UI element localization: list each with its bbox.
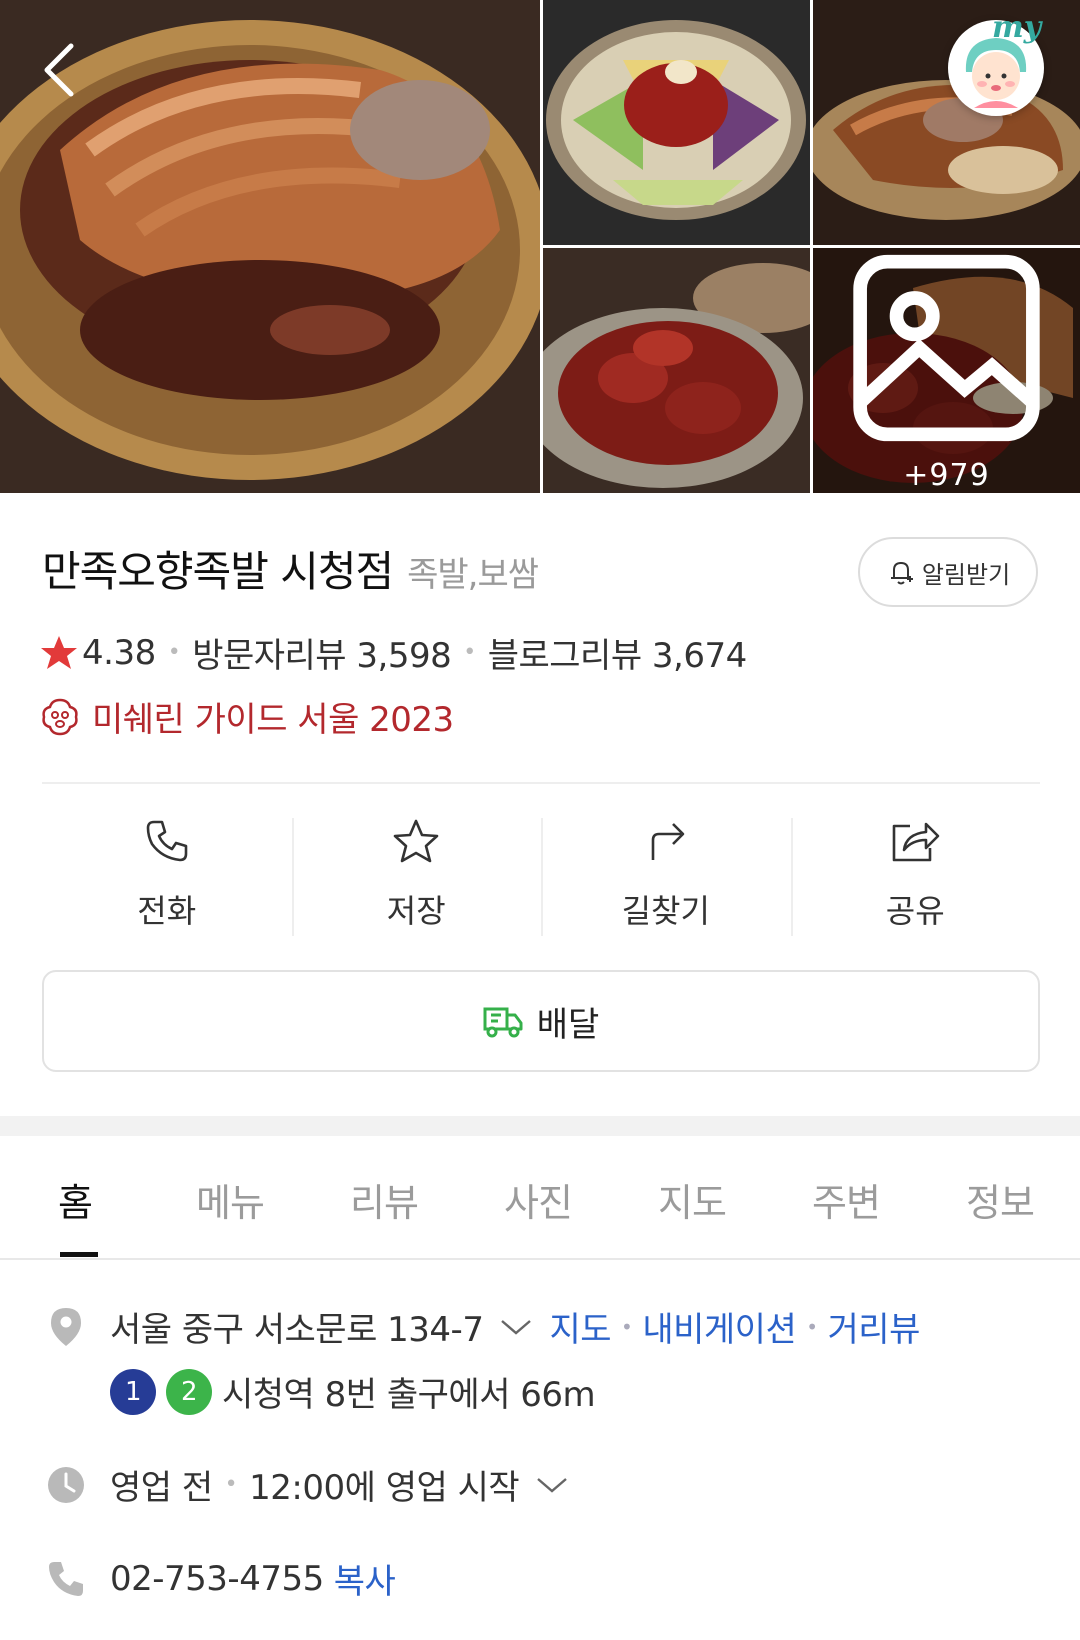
place-name: 만족오향족발 시청점 <box>42 547 394 596</box>
map-link[interactable]: 지도 <box>549 1302 611 1351</box>
michelin-guide-label: 미쉐린 가이드 서울 2023 <box>92 700 454 740</box>
delivery-truck-icon <box>483 1007 523 1038</box>
visitor-reviews-link[interactable]: 방문자리뷰 3,598 <box>192 628 452 677</box>
subway-line-2-badge: 2 <box>166 1368 212 1415</box>
photo-spicy-jokbal[interactable] <box>543 248 810 493</box>
my-label: my <box>992 10 1042 45</box>
michelin-icon <box>42 698 78 735</box>
hours-detail: 12:00에 영업 시작 <box>249 1468 520 1508</box>
streetview-link[interactable]: 거리뷰 <box>828 1302 921 1351</box>
active-tab-indicator <box>60 1252 98 1257</box>
phone-icon <box>46 1560 86 1598</box>
tab-bar: 홈 메뉴 리뷰 사진 지도 주변 정보 <box>0 1136 1080 1260</box>
phone-icon <box>146 820 188 862</box>
chevron-down-icon[interactable] <box>535 1475 569 1495</box>
hours-row[interactable]: 영업 전 • 12:00에 영업 시작 <box>46 1460 569 1509</box>
more-photos-overlay[interactable]: +979 <box>813 248 1080 493</box>
star-icon <box>393 819 439 863</box>
dot-separator: • <box>806 1314 818 1339</box>
directions-icon <box>651 823 685 860</box>
bell-plus-icon <box>890 561 913 585</box>
dot-separator: • <box>621 1314 633 1339</box>
section-gap <box>0 1116 1080 1136</box>
action-bar: 전화 저장 길찾기 공유 <box>42 818 1040 936</box>
chevron-down-icon[interactable] <box>499 1317 533 1337</box>
tab-info[interactable]: 정보 <box>966 1172 1035 1227</box>
navigation-link[interactable]: 내비게이션 <box>642 1302 796 1351</box>
title-row: 만족오향족발 시청점 족발,보쌈 <box>42 538 539 599</box>
call-label: 전화 <box>137 892 197 930</box>
dot-separator: • <box>224 1472 238 1497</box>
save-button[interactable]: 저장 <box>291 818 542 936</box>
delivery-label: 배달 <box>536 1004 600 1045</box>
more-photos-count: +979 <box>903 458 990 493</box>
dot-separator: • <box>167 640 181 665</box>
tab-menu[interactable]: 메뉴 <box>196 1172 265 1227</box>
photo-more[interactable]: +979 <box>813 248 1080 493</box>
share-label: 공유 <box>885 892 945 930</box>
subway-line-1-badge: 1 <box>110 1368 156 1415</box>
tab-photos[interactable]: 사진 <box>504 1172 573 1227</box>
directions-button[interactable]: 길찾기 <box>541 818 791 936</box>
rating-value: 4.38 <box>82 632 156 673</box>
save-label: 저장 <box>386 892 446 930</box>
photo-salad[interactable] <box>543 0 810 245</box>
address-row: 서울 중구 서소문로 134-7 지도 • 내비게이션 • 거리뷰 <box>46 1302 920 1351</box>
location-pin-icon <box>46 1306 86 1348</box>
photo-gallery: +979 my <box>0 0 1080 493</box>
subway-text: 시청역 8번 출구에서 66m <box>222 1375 596 1415</box>
share-button[interactable]: 공유 <box>790 818 1041 936</box>
alarm-label: 알림받기 <box>921 560 1011 589</box>
share-icon <box>892 822 940 862</box>
place-category: 족발,보쌈 <box>407 555 539 595</box>
star-filled-icon <box>41 635 77 669</box>
back-button[interactable] <box>30 34 86 106</box>
tab-nearby[interactable]: 주변 <box>812 1172 881 1227</box>
address-text: 서울 중구 서소문로 134-7 <box>110 1310 484 1350</box>
tab-home[interactable]: 홈 <box>58 1172 93 1227</box>
alarm-button[interactable]: 알림받기 <box>858 537 1038 607</box>
phone-number[interactable]: 02-753-4755 <box>110 1559 324 1599</box>
tab-reviews[interactable]: 리뷰 <box>350 1172 419 1227</box>
phone-row: 02-753-4755 복사 <box>46 1554 396 1603</box>
divider <box>42 782 1040 784</box>
clock-icon <box>46 1465 86 1505</box>
delivery-button[interactable]: 배달 <box>42 970 1040 1072</box>
subway-row: 1 2 시청역 8번 출구에서 66m <box>110 1367 596 1416</box>
michelin-row[interactable]: 미쉐린 가이드 서울 2023 <box>40 692 454 741</box>
hours-status: 영업 전 <box>110 1468 213 1508</box>
call-button[interactable]: 전화 <box>42 818 292 936</box>
tab-map[interactable]: 지도 <box>658 1172 727 1227</box>
chevron-left-icon <box>44 43 74 97</box>
dot-separator: • <box>463 640 476 665</box>
blog-reviews-link[interactable]: 블로그리뷰 3,674 <box>488 628 748 677</box>
image-icon <box>853 254 1040 442</box>
directions-label: 길찾기 <box>621 892 710 930</box>
rating-row: 4.38 • 방문자리뷰 3,598 • 블로그리뷰 3,674 <box>40 628 747 677</box>
copy-phone-button[interactable]: 복사 <box>334 1554 396 1603</box>
